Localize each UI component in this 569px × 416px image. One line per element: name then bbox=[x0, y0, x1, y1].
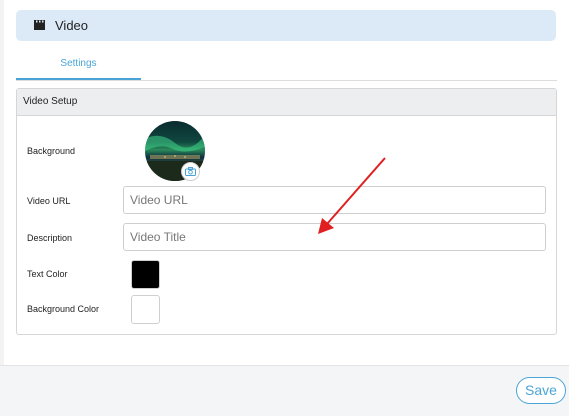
change-background-button[interactable] bbox=[181, 162, 200, 181]
video-url-label: Video URL bbox=[27, 196, 71, 206]
section-title: Video Setup bbox=[17, 89, 556, 116]
video-url-input[interactable] bbox=[123, 186, 546, 214]
description-label: Description bbox=[27, 233, 73, 243]
panel-title: Video bbox=[55, 18, 89, 33]
tab-bar: Settings bbox=[16, 54, 557, 81]
clapperboard-icon bbox=[34, 17, 45, 35]
tab-settings[interactable]: Settings bbox=[16, 54, 141, 80]
footer-bar bbox=[0, 365, 569, 416]
camera-icon bbox=[185, 163, 196, 181]
save-button[interactable]: Save bbox=[516, 377, 566, 404]
description-input[interactable] bbox=[123, 223, 546, 251]
text-color-swatch[interactable] bbox=[131, 260, 160, 289]
background-label: Background bbox=[27, 146, 76, 156]
panel-header: Video bbox=[16, 10, 556, 41]
text-color-label: Text Color bbox=[27, 269, 68, 279]
background-color-label: Background Color bbox=[27, 304, 100, 314]
background-color-swatch[interactable] bbox=[131, 295, 160, 324]
